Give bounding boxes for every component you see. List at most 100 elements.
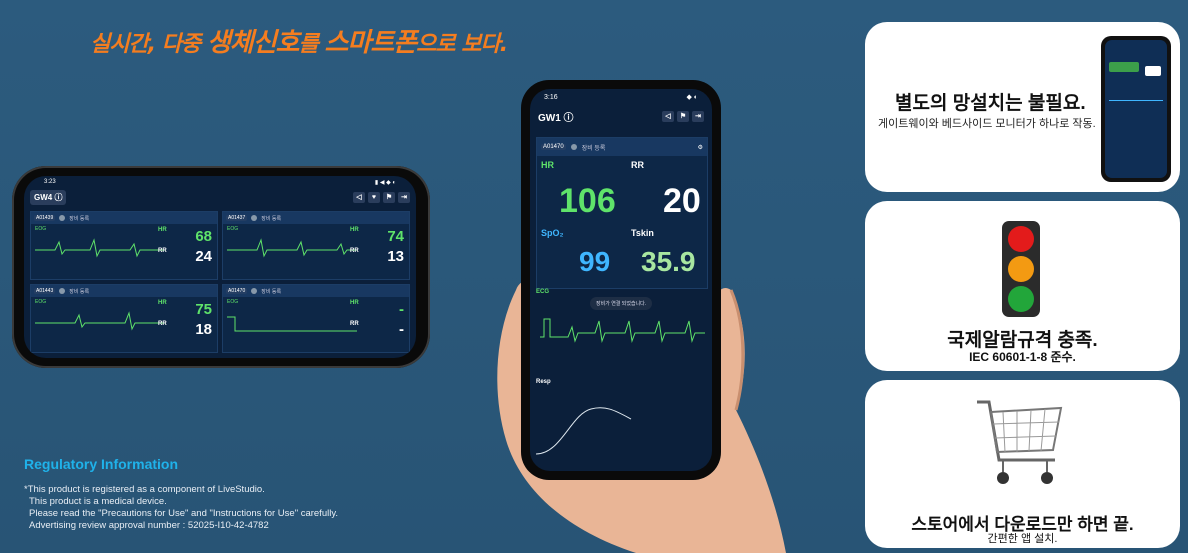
portrait-phone: 3:16 ◆ ◐ GW1 ⓘ ◁ ⚑ ⇥ A01470 장비 등록 ⚙ HR R… [521,80,721,480]
mute-icon[interactable]: ◁ [353,191,365,203]
tskin-label: Tskin [631,228,654,238]
resp-waveform [536,407,632,455]
regulatory-line: This product is a medical device. [29,496,167,507]
card-subtitle: IEC 60601-1-8 준수. [969,350,1076,364]
register-link[interactable]: 장비 등록 [582,143,606,152]
regulatory-line: *This product is registered as a compone… [24,484,265,495]
waveform [35,311,165,331]
hr-label: HR [350,300,359,306]
hr-value: 75 [195,301,212,318]
logout-icon[interactable]: ⇥ [692,110,704,122]
alarm-off-icon[interactable]: ⚑ [383,191,395,203]
rr-label: RR [158,248,167,254]
toolbar: ◁ ⚑ ⇥ [662,110,704,122]
monitor-cell[interactable]: A01439 장비 등록 EOG HR 68 RR 24 [30,211,218,280]
resp-label: Resp [536,379,551,385]
status-icons: ▮ ◀ ◆ ◐ [374,179,396,186]
monitor-cell[interactable]: A01437 장비 등록 EOG HR 74 RR 13 [222,211,410,280]
monitor-header: A01437 장비 등록 [223,212,409,224]
hr-value: 68 [195,228,212,245]
close-icon[interactable] [570,144,577,150]
close-icon[interactable] [251,288,258,294]
page: 실시간, 다중 생체신호를 스마트폰으로 보다. 3:23 ▮ ◀ ◆ ◐ GW… [0,0,1188,553]
headline-part4: 스마트폰 [324,28,417,58]
close-icon[interactable] [59,288,66,294]
phone-screen [1105,40,1167,178]
heart-icon[interactable]: ♥ [368,191,380,203]
status-icons: ◆ ◐ [686,94,698,101]
metrics: HR 74 RR 13 [350,226,406,274]
rr-value: 24 [195,248,212,265]
hr-label: HR [158,227,167,233]
card-title: 별도의 망설치는 불필요. [895,93,1086,114]
headline: 실시간, 다중 생체신호를 스마트폰으로 보다. [90,22,508,59]
phone-image [1101,36,1171,182]
spo2-label: SpO₂ [541,228,564,238]
card-subtitle: 게이트웨이와 베드사이드 모니터가 하나로 작동. [878,118,1096,130]
alarm-off-icon[interactable]: ⚑ [677,110,689,122]
device-id: A01443 [34,288,56,294]
rr-label: RR [350,321,359,327]
close-icon[interactable] [251,215,258,221]
monitor-header: A01439 장비 등록 [31,212,217,224]
logout-icon[interactable]: ⇥ [398,191,410,203]
hr-value: - [399,301,404,318]
waveform [35,238,165,258]
gateway-button[interactable]: GW4 ⓘ [30,189,67,205]
shopping-cart-icon [977,400,1063,484]
rr-label: RR [158,321,167,327]
feature-card-store: 스토어에서 다운로드만 하면 끝. 간편한 앱 설치. [865,380,1180,548]
device-id: A01437 [226,215,248,221]
hr-value: 74 [387,228,404,245]
metrics: HR 68 RR 24 [158,226,214,274]
landscape-phone: 3:23 ▮ ◀ ◆ ◐ GW4 ⓘ ◁ ♥ ⚑ ⇥ A01439 장비 등록 [12,166,430,368]
ecg-waveform [540,318,705,343]
close-icon[interactable] [59,215,66,221]
hr-value: 106 [559,182,616,220]
status-time: 3:23 [44,179,56,185]
headline-part3: 를 [298,32,325,57]
register-link[interactable]: 장비 등록 [69,288,89,295]
settings-icon[interactable]: ⚙ [698,144,703,151]
status-bar: 3:16 ◆ ◐ [530,89,712,105]
spo2-value: 99 [579,246,611,277]
metrics: HR - RR - [350,299,406,347]
gateway-button[interactable]: GW1 ⓘ [538,109,574,124]
gateway-bar: GW1 ⓘ ◁ ⚑ ⇥ [530,105,712,127]
monitor-cell[interactable]: A01443 장비 등록 EOG HR 75 RR 18 [30,284,218,353]
metrics: HR 75 RR 18 [158,299,214,347]
portrait-screen: 3:16 ◆ ◐ GW1 ⓘ ◁ ⚑ ⇥ A01470 장비 등록 ⚙ HR R… [530,89,712,471]
device-id: A01470 [541,144,566,150]
traffic-light-icon [1002,221,1040,317]
status-bar: 3:23 ▮ ◀ ◆ ◐ [24,176,416,188]
feature-card-alarm: 국제알람규격 충족. IEC 60601-1-8 준수. [865,201,1180,371]
register-link[interactable]: 장비 등록 [261,288,281,295]
regulatory-line: Please read the "Precautions for Use" an… [29,508,339,519]
register-link[interactable]: 장비 등록 [69,215,89,222]
gateway-label: GW4 [34,192,53,202]
device-id: A01439 [34,215,56,221]
hr-label: HR [541,160,554,170]
hr-label: HR [350,227,359,233]
rr-label: RR [631,160,644,170]
headline-part1: 실시간, 다중 [90,32,207,57]
landscape-screen: 3:23 ▮ ◀ ◆ ◐ GW4 ⓘ ◁ ♥ ⚑ ⇥ A01439 장비 등록 [24,176,416,358]
register-link[interactable]: 장비 등록 [261,215,281,222]
rr-value: 20 [663,182,701,220]
waveform [227,316,357,332]
tskin-value: 35.9 [641,246,696,277]
waveform [227,238,357,258]
status-time: 3:16 [544,93,558,101]
monitor-card[interactable]: A01470 장비 등록 ⚙ HR RR 106 20 SpO₂ Tskin 9… [536,137,708,289]
regulatory-text: *This product is registered as a compone… [24,484,338,532]
feature-card-network: 별도의 망설치는 불필요. 게이트웨이와 베드사이드 모니터가 하나로 작동. [865,22,1180,192]
rr-value: 13 [387,248,404,265]
monitor-header: A01470 장비 등록 ⚙ [537,138,707,156]
monitor-cell[interactable]: A01470 장비 등록 EOG HR - RR - [222,284,410,353]
monitor-header: A01443 장비 등록 [31,285,217,297]
mute-icon[interactable]: ◁ [662,110,674,122]
ecg-label: ECG [536,289,550,295]
card-subtitle: 간편한 앱 설치. [987,533,1058,545]
rr-value: - [399,321,404,338]
device-id: A01470 [226,288,248,294]
